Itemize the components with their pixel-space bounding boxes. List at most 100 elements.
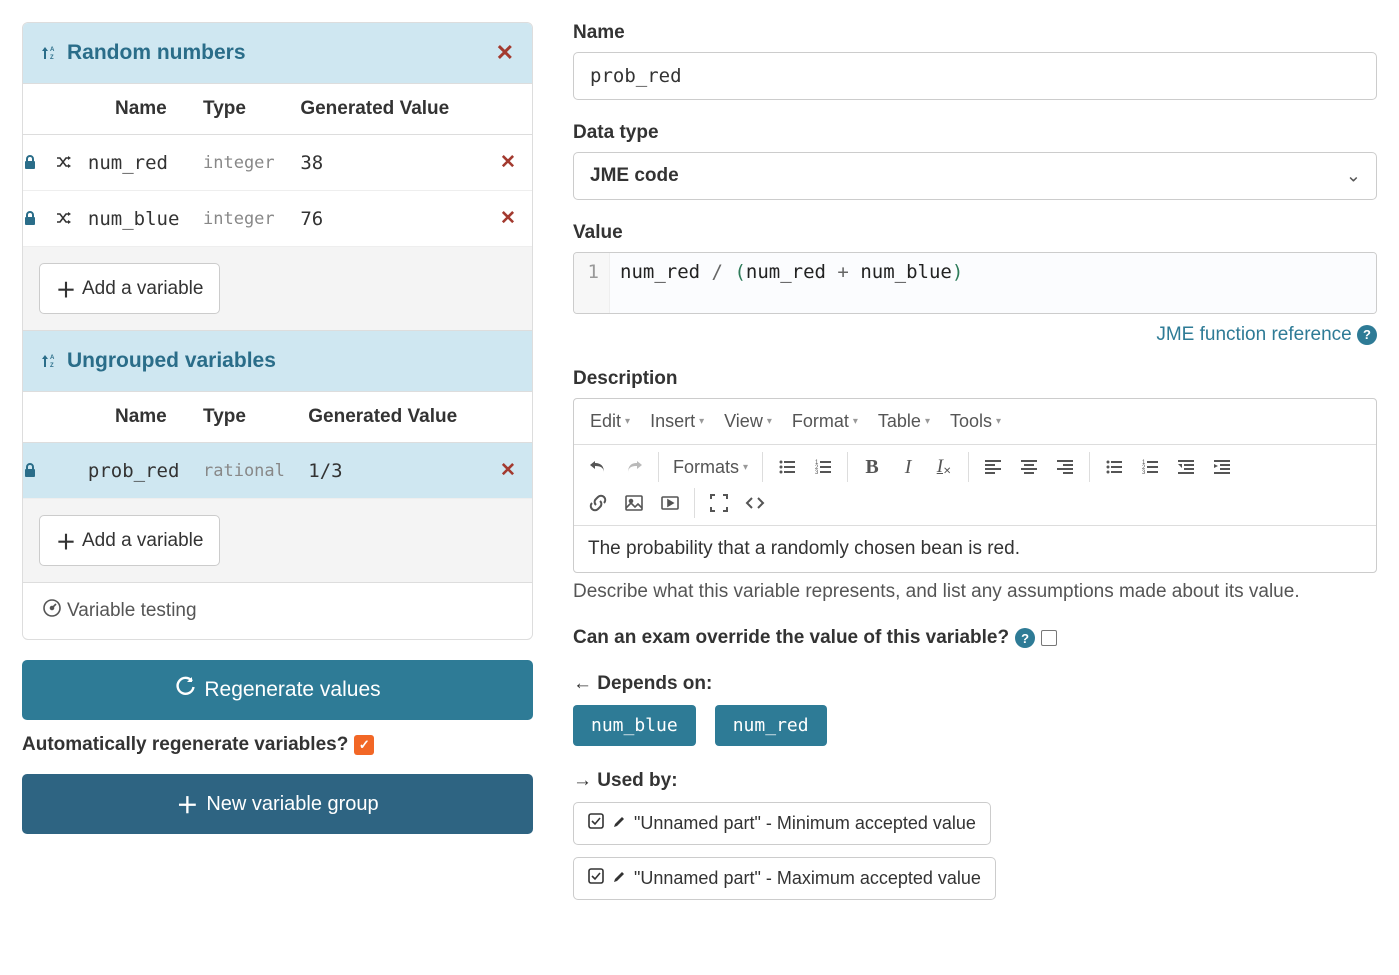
variable-type: integer bbox=[203, 191, 300, 247]
new-group-button[interactable]: ＋ New variable group bbox=[22, 774, 533, 834]
menu-tools[interactable]: Tools ▾ bbox=[942, 405, 1009, 438]
pencil-icon bbox=[612, 868, 626, 889]
image-icon[interactable] bbox=[616, 485, 652, 521]
redo-icon[interactable] bbox=[616, 449, 652, 485]
add-variable-button[interactable]: ＋ Add a variable bbox=[39, 263, 220, 314]
variable-row[interactable]: num_red integer 38 ✕ bbox=[23, 135, 532, 191]
used-by-item[interactable]: "Unnamed part" - Maximum accepted value bbox=[573, 857, 996, 900]
svg-text:Z: Z bbox=[50, 55, 54, 61]
italic-icon[interactable]: I bbox=[890, 449, 926, 485]
group-title: Random numbers bbox=[67, 41, 246, 65]
variable-testing-label: Variable testing bbox=[67, 600, 197, 622]
menu-format[interactable]: Format ▾ bbox=[784, 405, 866, 438]
auto-regen-row: Automatically regenerate variables? ✓ bbox=[22, 734, 533, 756]
description-textarea[interactable]: The probability that a randomly chosen b… bbox=[574, 526, 1376, 572]
regenerate-button[interactable]: Regenerate values bbox=[22, 660, 533, 720]
override-row: Can an exam override the value of this v… bbox=[573, 627, 1377, 649]
svg-text:A: A bbox=[50, 355, 55, 361]
svg-text:3: 3 bbox=[1142, 470, 1146, 476]
chevron-down-icon: ▾ bbox=[743, 462, 748, 473]
rte-menubar: Edit ▾ Insert ▾ View ▾ Format ▾ Table ▾ … bbox=[574, 399, 1376, 445]
variable-value: 38 bbox=[300, 135, 492, 191]
add-variable-button[interactable]: ＋ Add a variable bbox=[39, 515, 220, 566]
variable-type: integer bbox=[203, 135, 300, 191]
bullet-list-icon[interactable] bbox=[769, 449, 805, 485]
menu-insert[interactable]: Insert ▾ bbox=[642, 405, 712, 438]
jme-reference-link[interactable]: JME function reference ? bbox=[1156, 324, 1377, 345]
col-name: Name bbox=[23, 392, 203, 443]
plus-icon: ＋ bbox=[56, 274, 76, 303]
variable-name: prob_red bbox=[88, 460, 180, 482]
chevron-down-icon: ▾ bbox=[925, 416, 930, 427]
delete-variable-icon[interactable]: ✕ bbox=[492, 443, 532, 499]
group-header-random-numbers[interactable]: AZ Random numbers ✕ bbox=[23, 23, 532, 84]
source-code-icon[interactable] bbox=[737, 485, 773, 521]
outdent-icon[interactable] bbox=[1168, 449, 1204, 485]
group-title: Ungrouped variables bbox=[67, 349, 276, 373]
col-type: Type bbox=[203, 84, 300, 135]
refresh-icon bbox=[174, 676, 196, 704]
align-left-icon[interactable] bbox=[975, 449, 1011, 485]
shuffle-icon bbox=[56, 208, 72, 230]
variable-row[interactable]: num_blue integer 76 ✕ bbox=[23, 191, 532, 247]
plus-icon: ＋ bbox=[176, 788, 198, 820]
lock-icon bbox=[23, 460, 37, 482]
variable-value: 76 bbox=[300, 191, 492, 247]
fullscreen-icon[interactable] bbox=[701, 485, 737, 521]
clear-format-icon[interactable]: I✕ bbox=[926, 449, 962, 485]
variable-testing-link[interactable]: Variable testing bbox=[23, 583, 532, 639]
pencil-icon bbox=[612, 813, 626, 834]
used-by-heading: → Used by: bbox=[573, 770, 1377, 792]
align-right-icon[interactable] bbox=[1047, 449, 1083, 485]
delete-group-icon[interactable]: ✕ bbox=[496, 40, 514, 66]
auto-regen-checkbox[interactable]: ✓ bbox=[354, 735, 374, 755]
numbered-list-icon[interactable]: 123 bbox=[1132, 449, 1168, 485]
name-input[interactable] bbox=[573, 52, 1377, 100]
value-code-editor[interactable]: 1 num_red / (num_red + num_blue) bbox=[573, 252, 1377, 314]
code-body[interactable]: num_red / (num_red + num_blue) bbox=[610, 253, 1376, 313]
plus-icon: ＋ bbox=[56, 526, 76, 555]
checklist-icon bbox=[588, 813, 604, 834]
lock-icon bbox=[23, 208, 37, 230]
chevron-down-icon: ▾ bbox=[767, 416, 772, 427]
add-variable-label: Add a variable bbox=[82, 278, 203, 300]
group-1-footer: ＋ Add a variable bbox=[23, 499, 532, 583]
bold-icon[interactable]: B bbox=[854, 449, 890, 485]
group-0-footer: ＋ Add a variable bbox=[23, 247, 532, 331]
undo-icon[interactable] bbox=[580, 449, 616, 485]
menu-view[interactable]: View ▾ bbox=[716, 405, 780, 438]
dashboard-icon bbox=[43, 599, 61, 623]
menu-edit[interactable]: Edit ▾ bbox=[582, 405, 638, 438]
delete-variable-icon[interactable]: ✕ bbox=[492, 135, 532, 191]
indent-icon[interactable] bbox=[1204, 449, 1240, 485]
rte-toolbar: Formats ▾ 123 B I I✕ 123 bbox=[574, 445, 1376, 526]
col-name: Name bbox=[23, 84, 203, 135]
help-icon[interactable]: ? bbox=[1015, 628, 1035, 648]
variable-row[interactable]: prob_red rational 1/3 ✕ bbox=[23, 443, 532, 499]
group-header-ungrouped[interactable]: AZ Ungrouped variables bbox=[23, 331, 532, 392]
override-checkbox[interactable] bbox=[1041, 630, 1057, 646]
sort-icon: AZ bbox=[41, 349, 57, 373]
new-group-label: New variable group bbox=[206, 793, 378, 816]
menu-table[interactable]: Table ▾ bbox=[870, 405, 938, 438]
used-by-item[interactable]: "Unnamed part" - Minimum accepted value bbox=[573, 802, 991, 845]
link-icon[interactable] bbox=[580, 485, 616, 521]
datatype-select[interactable]: JME code bbox=[573, 152, 1377, 200]
dependency-chip[interactable]: num_red bbox=[715, 705, 827, 746]
chevron-down-icon: ▾ bbox=[625, 416, 630, 427]
numbered-list-icon[interactable]: 123 bbox=[805, 449, 841, 485]
depends-on-list: num_blue num_red bbox=[573, 705, 1377, 746]
used-by-label: "Unnamed part" - Maximum accepted value bbox=[634, 868, 981, 889]
variable-editor: Name Data type JME code ⌄ Value 1 num_re… bbox=[573, 22, 1377, 912]
datatype-label: Data type bbox=[573, 122, 1377, 144]
value-label: Value bbox=[573, 222, 1377, 244]
align-center-icon[interactable] bbox=[1011, 449, 1047, 485]
dependency-chip[interactable]: num_blue bbox=[573, 705, 696, 746]
auto-regen-label: Automatically regenerate variables? bbox=[22, 734, 348, 756]
chevron-down-icon: ▾ bbox=[699, 416, 704, 427]
video-icon[interactable] bbox=[652, 485, 688, 521]
bullet-list-icon[interactable] bbox=[1096, 449, 1132, 485]
formats-dropdown[interactable]: Formats ▾ bbox=[665, 451, 756, 484]
depends-on-heading: ← Depends on: bbox=[573, 673, 1377, 695]
delete-variable-icon[interactable]: ✕ bbox=[492, 191, 532, 247]
